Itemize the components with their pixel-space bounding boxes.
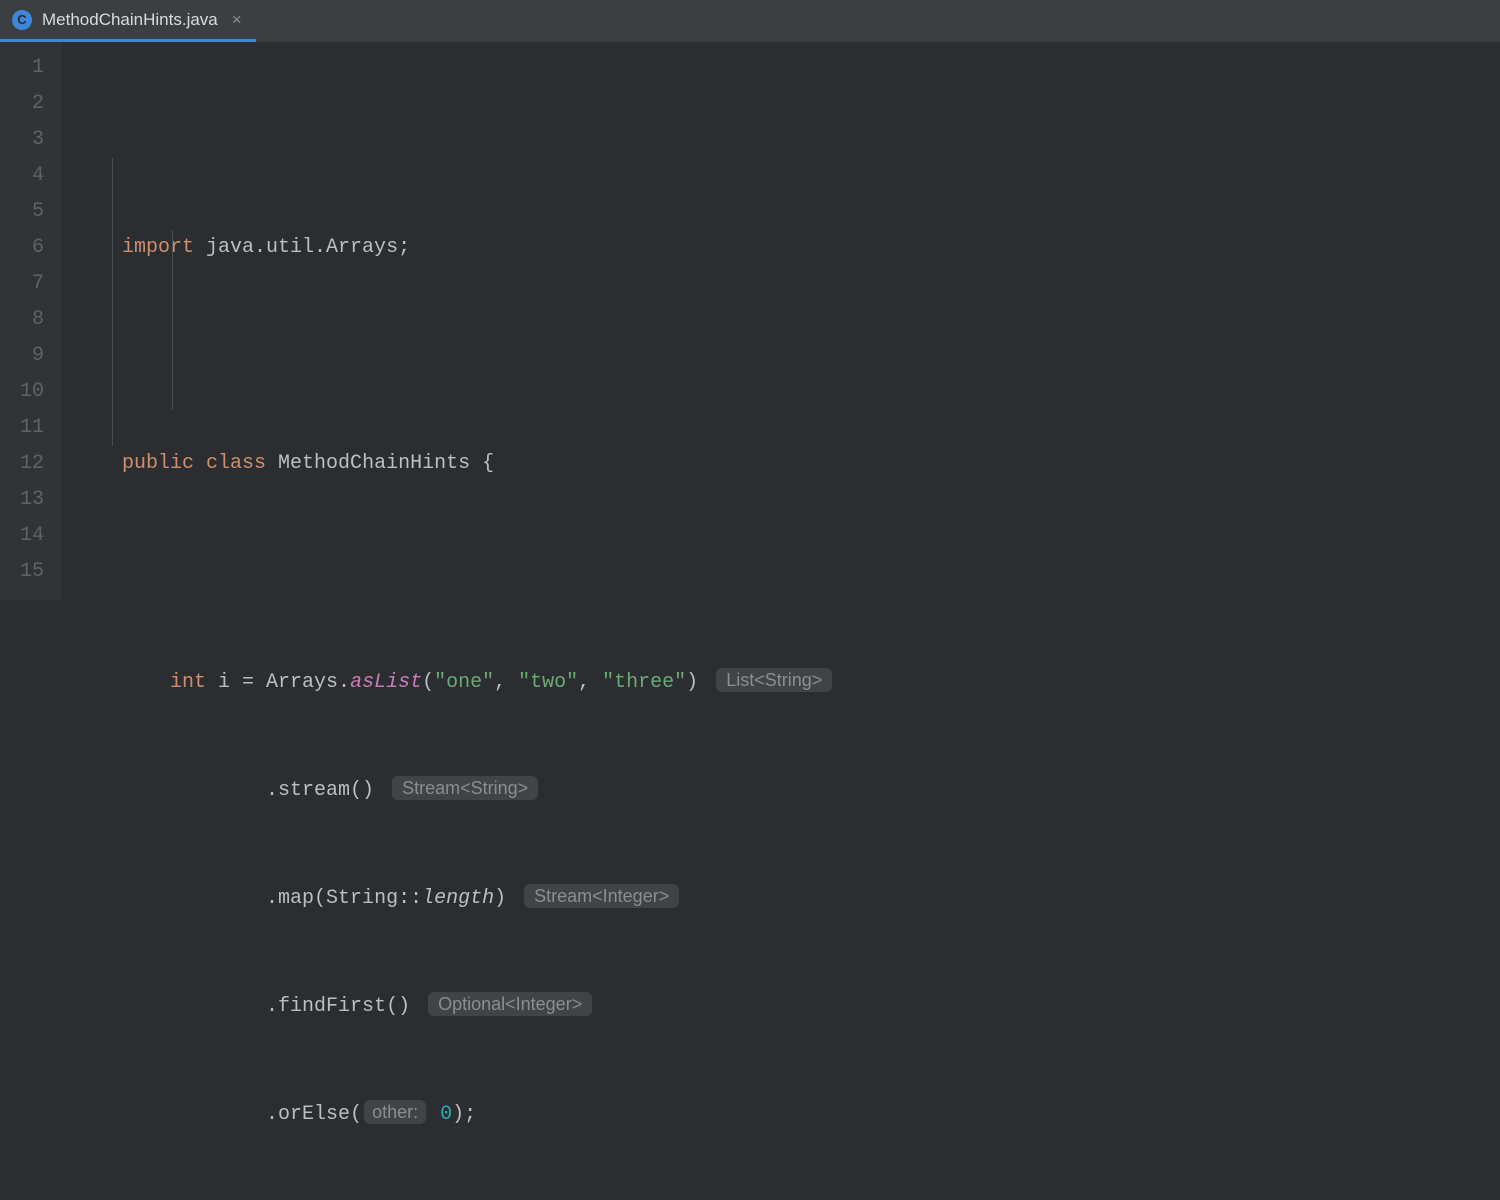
- code-line: import java.util.Arrays;: [74, 230, 832, 266]
- code-line: [74, 554, 832, 590]
- line-number: 9: [0, 338, 44, 374]
- code-line: .map(String::length) Stream<Integer>: [74, 878, 832, 914]
- line-number: 15: [0, 554, 44, 590]
- type-hint: Stream<Integer>: [524, 884, 679, 908]
- code-area[interactable]: import java.util.Arrays; public class Me…: [62, 42, 832, 600]
- line-number: 2: [0, 86, 44, 122]
- tab-bar: C MethodChainHints.java ×: [0, 0, 1500, 42]
- close-icon[interactable]: ×: [228, 10, 242, 30]
- code-line: [74, 338, 832, 374]
- code-line: int i = Arrays.asList("one", "two", "thr…: [74, 662, 832, 698]
- indent-guide: [112, 158, 113, 446]
- line-number: 1: [0, 50, 44, 86]
- tab-filename: MethodChainHints.java: [42, 10, 218, 30]
- type-hint: List<String>: [716, 668, 832, 692]
- line-number: 4: [0, 158, 44, 194]
- editor: 1 2 3 4 5 6 7 8 9 10 11 12 13 14 15 impo…: [0, 42, 1500, 600]
- type-hint: Stream<String>: [392, 776, 538, 800]
- line-number: 11: [0, 410, 44, 446]
- line-number: 12: [0, 446, 44, 482]
- code-line: .findFirst() Optional<Integer>: [74, 986, 832, 1022]
- type-hint: Optional<Integer>: [428, 992, 592, 1016]
- line-number: 10: [0, 374, 44, 410]
- line-number: 13: [0, 482, 44, 518]
- indent-guide: [172, 230, 173, 410]
- line-number: 14: [0, 518, 44, 554]
- line-number: 8: [0, 302, 44, 338]
- line-number: 7: [0, 266, 44, 302]
- editor-tab[interactable]: C MethodChainHints.java ×: [0, 0, 256, 42]
- line-number: 5: [0, 194, 44, 230]
- line-gutter: 1 2 3 4 5 6 7 8 9 10 11 12 13 14 15: [0, 42, 62, 600]
- param-hint: other:: [364, 1100, 426, 1124]
- java-class-icon: C: [12, 10, 32, 30]
- code-line: public class MethodChainHints {: [74, 446, 832, 482]
- code-line: .orElse(other: 0);: [74, 1094, 832, 1130]
- code-line: .stream() Stream<String>: [74, 770, 832, 806]
- line-number: 6: [0, 230, 44, 266]
- line-number: 3: [0, 122, 44, 158]
